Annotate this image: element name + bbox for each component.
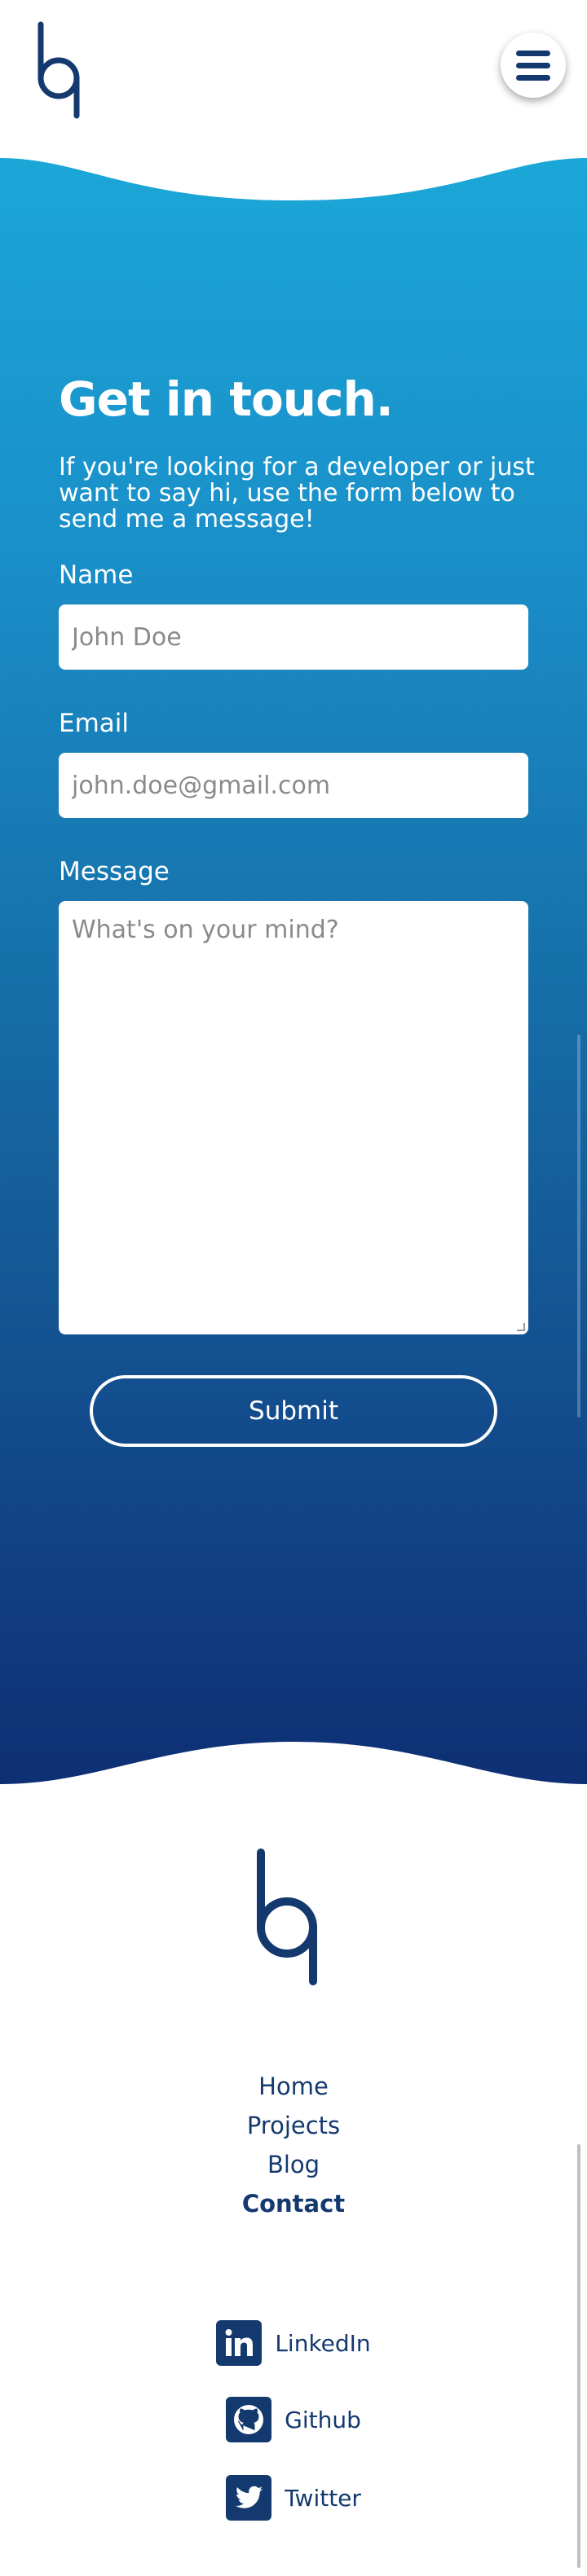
scrollbar[interactable] <box>577 1035 580 1418</box>
linkedin-icon <box>216 2320 263 2366</box>
message-label: Message <box>59 857 170 886</box>
footer-nav-home[interactable]: Home <box>0 2073 587 2100</box>
scrollbar-footer[interactable] <box>577 2144 580 2568</box>
twitter-label: Twitter <box>285 2484 361 2512</box>
menu-button[interactable] <box>501 33 566 98</box>
name-label: Name <box>59 560 134 590</box>
linkedin-label: LinkedIn <box>275 2329 371 2357</box>
footer-nav-blog[interactable]: Blog <box>0 2151 587 2178</box>
resize-handle[interactable] <box>517 1323 525 1331</box>
social-link-twitter[interactable]: Twitter <box>0 2475 587 2521</box>
submit-button[interactable]: Submit <box>90 1375 497 1447</box>
email-input[interactable] <box>59 753 528 818</box>
wave-divider-bottom <box>0 1742 587 1825</box>
logo-icon[interactable] <box>34 21 91 119</box>
intro-text: If you're looking for a developer or jus… <box>59 453 535 534</box>
footer-nav-projects[interactable]: Projects <box>0 2112 587 2139</box>
footer-logo-icon[interactable] <box>253 1848 334 1986</box>
email-label: Email <box>59 709 130 738</box>
page-title: Get in touch. <box>59 371 394 427</box>
footer-nav-contact[interactable]: Contact <box>0 2190 587 2218</box>
name-input[interactable] <box>59 604 528 670</box>
message-textarea[interactable] <box>59 901 528 1334</box>
hamburger-menu-icon <box>516 50 550 56</box>
twitter-icon <box>226 2475 272 2521</box>
wave-divider-top <box>0 153 587 200</box>
github-icon <box>226 2397 272 2442</box>
github-label: Github <box>285 2406 361 2433</box>
social-link-github[interactable]: Github <box>0 2397 587 2442</box>
header <box>0 0 587 163</box>
social-link-linkedin[interactable]: LinkedIn <box>0 2320 587 2366</box>
